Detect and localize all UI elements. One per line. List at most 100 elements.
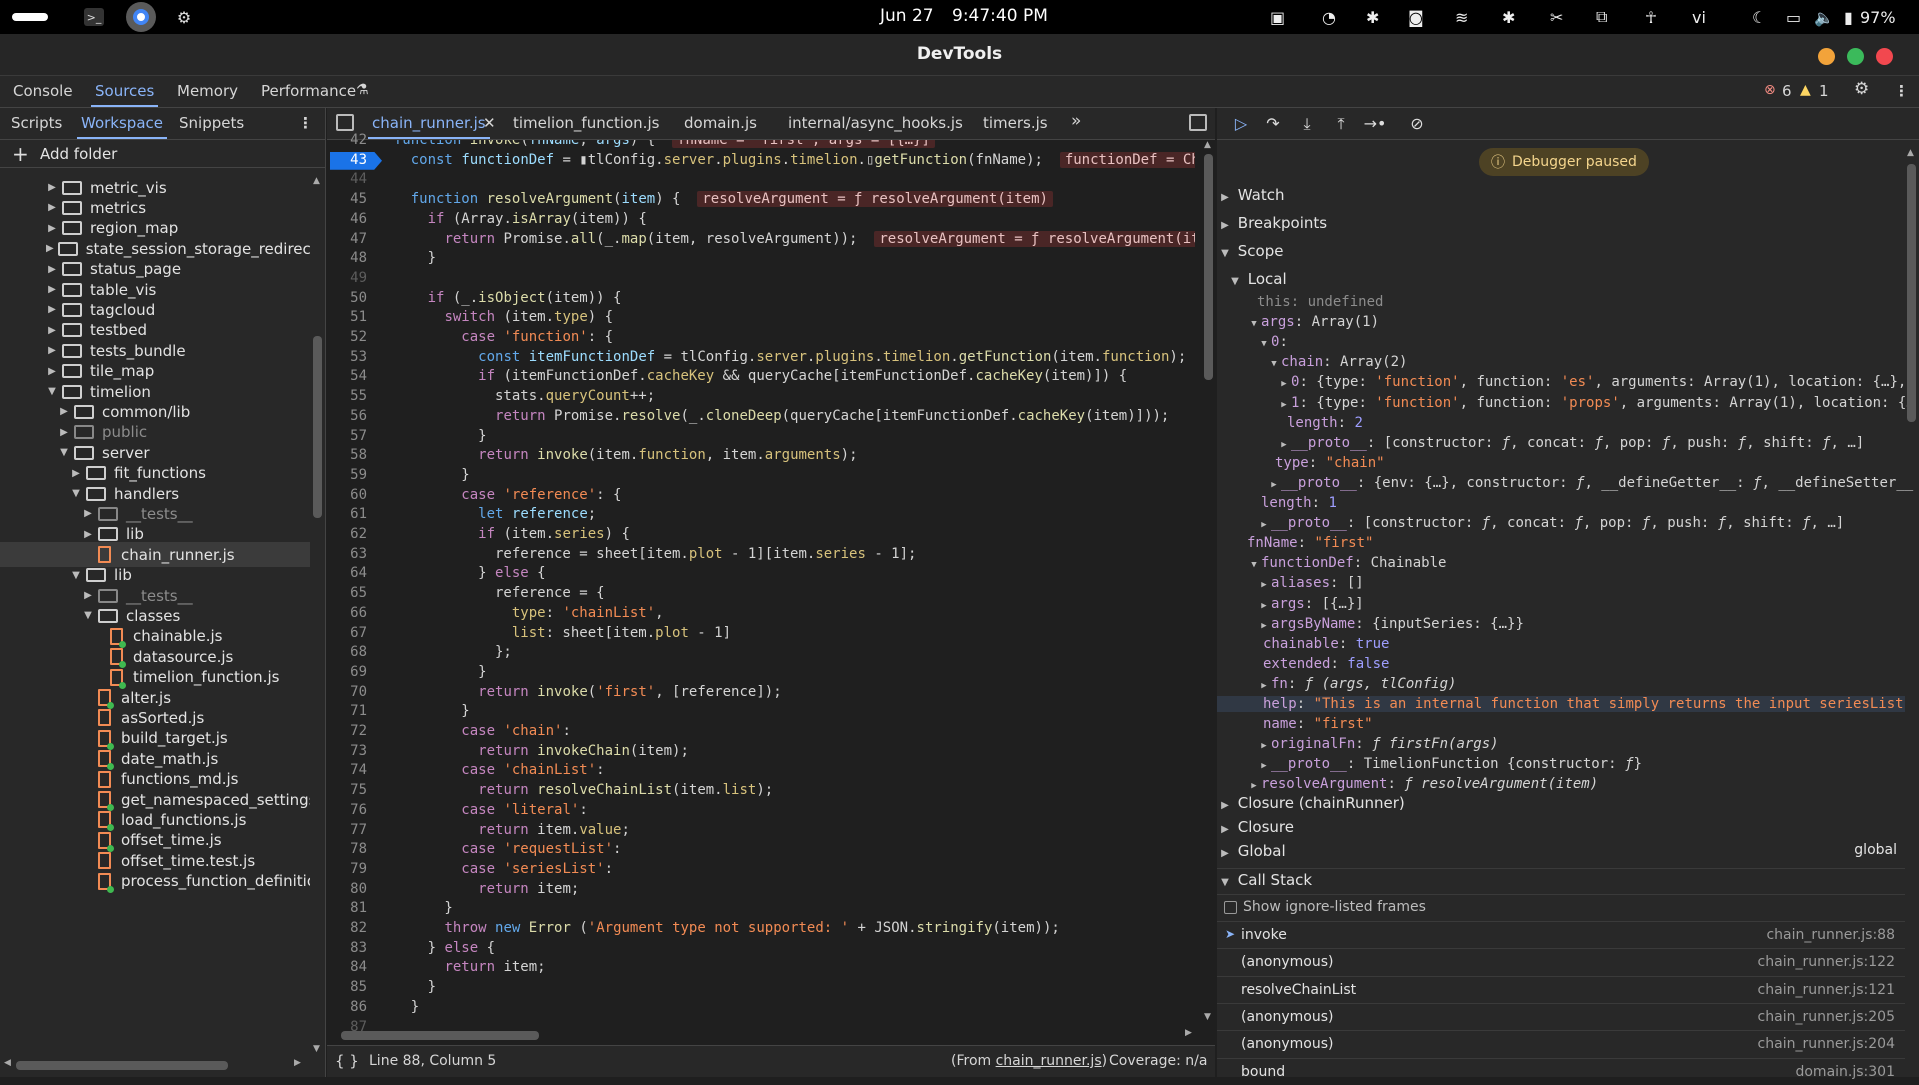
scope-entry[interactable]: ▶ argsByName: {inputSeries: {…}} bbox=[1257, 616, 1524, 632]
collapse-arrow-icon[interactable]: ▶ bbox=[46, 345, 58, 356]
tab-memory[interactable]: Memory bbox=[177, 82, 238, 100]
scope-section[interactable]: ▼ Scope bbox=[1217, 242, 1905, 260]
error-icon[interactable]: ⊗ bbox=[1764, 82, 1776, 98]
editor-tab-timelion-function[interactable]: timelion_function.js bbox=[513, 114, 659, 132]
call-frame[interactable]: (anonymous) chain_runner.js:204 bbox=[1217, 1030, 1905, 1057]
line-number[interactable]: 48 bbox=[350, 250, 367, 266]
scope-entry[interactable]: length: 2 bbox=[1287, 415, 1363, 431]
collapse-arrow-icon[interactable]: ▶ bbox=[46, 366, 58, 377]
line-number[interactable]: 60 bbox=[350, 487, 367, 503]
minimize-button[interactable] bbox=[1818, 48, 1835, 65]
scope-entry[interactable]: length: 1 bbox=[1261, 495, 1337, 511]
code-content[interactable]: function invoke(fnName, args) { fnName =… bbox=[377, 140, 1195, 1025]
collapse-arrow-icon[interactable]: ▶ bbox=[46, 182, 58, 193]
code-line[interactable]: switch (item.type) { bbox=[377, 309, 613, 325]
code-line[interactable]: list: sheet[item.plot - 1] bbox=[377, 625, 731, 641]
tab-performance[interactable]: Performance bbox=[261, 82, 356, 100]
scope-entry[interactable]: ▼ 0: bbox=[1257, 334, 1288, 350]
line-number[interactable]: 57 bbox=[350, 428, 367, 444]
editor-tab-domain[interactable]: domain.js bbox=[684, 114, 757, 132]
step-icon[interactable]: →• bbox=[1363, 114, 1387, 134]
code-line[interactable]: if (_.isObject(item)) { bbox=[377, 290, 622, 306]
line-number[interactable]: 61 bbox=[350, 506, 367, 522]
scope-entry[interactable]: extended: false bbox=[1263, 656, 1389, 672]
more-options-icon[interactable]: ⋮ bbox=[1894, 82, 1909, 100]
show-ignored-frames-row[interactable]: Show ignore-listed frames bbox=[1217, 894, 1905, 920]
line-number[interactable]: 77 bbox=[350, 822, 367, 838]
display-icon[interactable]: ▭ bbox=[1786, 6, 1801, 28]
code-line[interactable]: stats.queryCount++; bbox=[377, 388, 655, 404]
scope-entry[interactable]: ▼ args: Array(1) bbox=[1247, 314, 1379, 330]
code-line[interactable]: case 'function': { bbox=[377, 329, 613, 345]
code-line[interactable]: type: 'chainList', bbox=[377, 605, 664, 621]
code-line[interactable]: return invokeChain(item); bbox=[377, 743, 689, 759]
closure-chainrunner-item[interactable]: ▶ Closure (chainRunner) bbox=[1217, 794, 1905, 812]
code-line[interactable]: case 'reference': { bbox=[377, 487, 621, 503]
line-number[interactable]: 84 bbox=[350, 959, 367, 975]
tools-icon[interactable]: ✂ bbox=[1550, 6, 1563, 28]
code-line[interactable]: return item.value; bbox=[377, 822, 630, 838]
code-line[interactable]: return resolveChainList(item.list); bbox=[377, 782, 773, 798]
line-number[interactable]: 62 bbox=[350, 526, 367, 542]
collapse-arrow-icon[interactable]: ▶ bbox=[82, 508, 94, 519]
collapse-arrow-icon[interactable]: ▶ bbox=[46, 243, 54, 254]
code-line[interactable]: case 'literal': bbox=[377, 802, 587, 818]
line-number[interactable]: 44 bbox=[350, 171, 367, 187]
line-number[interactable]: 73 bbox=[350, 743, 367, 759]
expand-arrow-icon[interactable]: ▼ bbox=[82, 610, 94, 621]
code-line[interactable]: case 'requestList': bbox=[377, 841, 621, 857]
collapse-arrow-icon[interactable]: ▶ bbox=[82, 590, 94, 601]
editor-tab-chain-runner[interactable]: chain_runner.js bbox=[368, 114, 490, 139]
warning-icon[interactable]: ▲ bbox=[1800, 82, 1811, 98]
expand-arrow-icon[interactable]: ▼ bbox=[46, 386, 58, 397]
settings-gear-icon[interactable]: ⚙ bbox=[172, 5, 196, 29]
code-line[interactable]: } bbox=[377, 664, 486, 680]
code-line[interactable]: } else { bbox=[377, 565, 545, 581]
editor-horizontal-scrollbar[interactable]: ▶ bbox=[327, 1028, 1197, 1042]
line-number[interactable]: 55 bbox=[350, 388, 367, 404]
code-line[interactable]: const functionDef = ▮tlConfig.server.plu… bbox=[377, 151, 1195, 168]
toggle-debugger-icon[interactable] bbox=[1189, 114, 1207, 131]
line-number[interactable]: 52 bbox=[350, 329, 367, 345]
expand-arrow-icon[interactable]: ▼ bbox=[70, 488, 82, 499]
line-number[interactable]: 51 bbox=[350, 309, 367, 325]
line-number[interactable]: 76 bbox=[350, 802, 367, 818]
step-over-icon[interactable]: ↷ bbox=[1261, 114, 1285, 134]
accessibility-icon[interactable]: ☥ bbox=[1645, 6, 1657, 28]
tree-file[interactable]: process_function_definition bbox=[0, 869, 310, 894]
call-frame[interactable]: (anonymous) chain_runner.js:122 bbox=[1217, 948, 1905, 975]
chrome-icon[interactable] bbox=[126, 2, 156, 32]
call-frame[interactable]: (anonymous) chain_runner.js:205 bbox=[1217, 1002, 1905, 1030]
code-line[interactable]: if (Array.isArray(item)) { bbox=[377, 211, 647, 227]
line-number[interactable]: 79 bbox=[350, 861, 367, 877]
line-number[interactable]: 83 bbox=[350, 940, 367, 956]
frame-location[interactable]: chain_runner.js:88 bbox=[1766, 927, 1895, 943]
scope-entry[interactable]: ▶ __proto__: TimelionFunction {constructo… bbox=[1257, 756, 1642, 772]
collapse-arrow-icon[interactable]: ▶ bbox=[46, 223, 58, 234]
code-line[interactable]: } bbox=[377, 999, 419, 1015]
maximize-button[interactable] bbox=[1847, 48, 1864, 65]
global-scope-item[interactable]: ▶ Global global bbox=[1217, 842, 1905, 860]
expand-arrow-icon[interactable]: ▼ bbox=[58, 447, 70, 458]
line-number[interactable]: 59 bbox=[350, 467, 367, 483]
line-number[interactable]: 81 bbox=[350, 900, 367, 916]
collapse-arrow-icon[interactable]: ▶ bbox=[46, 284, 58, 295]
line-number[interactable]: 43 bbox=[350, 152, 367, 168]
frame-location[interactable]: domain.js:301 bbox=[1795, 1064, 1895, 1080]
code-line[interactable]: } bbox=[377, 979, 436, 995]
bluetooth-icon-2[interactable]: ✱ bbox=[1502, 6, 1515, 28]
warning-count[interactable]: 1 bbox=[1819, 82, 1829, 100]
deactivate-breakpoints-icon[interactable]: ⊘ bbox=[1405, 114, 1429, 134]
line-number[interactable]: 58 bbox=[350, 447, 367, 463]
code-line[interactable]: return invoke(item.function, item.argume… bbox=[377, 447, 857, 463]
code-line[interactable]: reference = { bbox=[377, 585, 605, 601]
scope-entry[interactable]: ▶ aliases: [] bbox=[1257, 575, 1363, 591]
code-line[interactable]: reference = sheet[item.plot - 1][item.se… bbox=[377, 546, 916, 562]
call-stack-section[interactable]: ▼ Call Stack bbox=[1217, 868, 1905, 889]
line-number[interactable]: 67 bbox=[350, 625, 367, 641]
line-number[interactable]: 72 bbox=[350, 723, 367, 739]
tab-console[interactable]: Console bbox=[13, 82, 73, 100]
editor-tab-timers[interactable]: timers.js bbox=[983, 114, 1048, 132]
line-number[interactable]: 85 bbox=[350, 979, 367, 995]
line-number[interactable]: 86 bbox=[350, 999, 367, 1015]
